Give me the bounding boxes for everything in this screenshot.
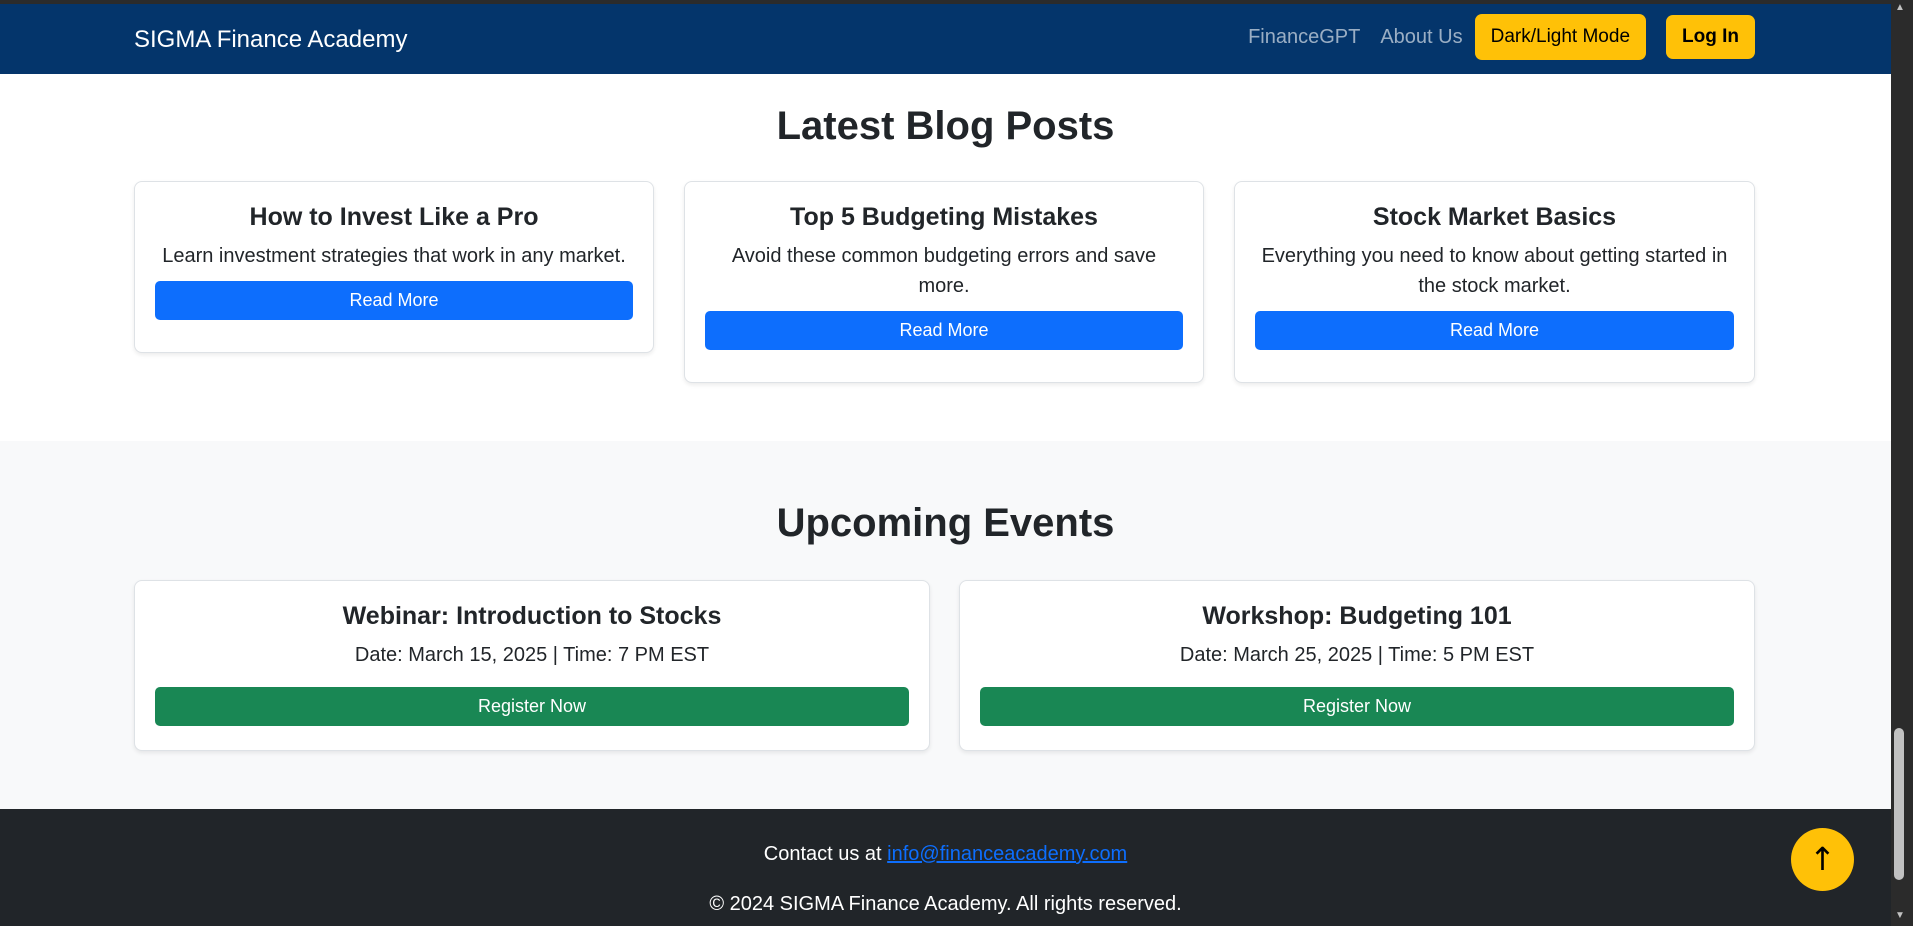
- event-card-title: Webinar: Introduction to Stocks: [342, 602, 722, 630]
- read-more-button[interactable]: Read More: [155, 281, 633, 320]
- read-more-button[interactable]: Read More: [1255, 311, 1734, 350]
- nav-link-financegpt[interactable]: FinanceGPT: [1248, 26, 1360, 49]
- arrow-up-icon: ↑: [1809, 840, 1836, 878]
- blog-card: Stock Market Basics Everything you need …: [1234, 181, 1755, 383]
- event-card-date: Date: March 25, 2025 | Time: 5 PM EST: [1179, 644, 1535, 666]
- blog-section-title: Latest Blog Posts: [776, 104, 1115, 148]
- register-now-button[interactable]: Register Now: [155, 687, 909, 726]
- scroll-to-top-button[interactable]: ↑: [1791, 828, 1854, 891]
- blog-card: Top 5 Budgeting Mistakes Avoid these com…: [684, 181, 1204, 383]
- blog-card-text: Learn investment strategies that work in…: [162, 245, 626, 267]
- events-section-title: Upcoming Events: [776, 501, 1115, 545]
- login-button[interactable]: Log In: [1666, 15, 1755, 59]
- blog-card-title: How to Invest Like a Pro: [249, 203, 539, 231]
- navbar: SIGMA Finance Academy FinanceGPT About U…: [0, 4, 1891, 74]
- footer-contact: Contact us at info@financeacademy.com: [0, 843, 1891, 866]
- blog-card-text: Avoid these common budgeting errors and …: [731, 245, 1157, 297]
- blog-card: How to Invest Like a Pro Learn investmen…: [134, 181, 654, 353]
- blog-section: Latest Blog Posts How to Invest Like a P…: [0, 74, 1891, 441]
- blog-card-text: Everything you need to know about gettin…: [1261, 245, 1728, 297]
- event-card: Workshop: Budgeting 101 Date: March 25, …: [959, 580, 1755, 751]
- scroll-down-arrow-icon[interactable]: ▼: [1894, 910, 1906, 922]
- brand-logo[interactable]: SIGMA Finance Academy: [134, 26, 407, 54]
- event-card-date: Date: March 15, 2025 | Time: 7 PM EST: [354, 644, 710, 666]
- events-section: Upcoming Events Webinar: Introduction to…: [0, 441, 1891, 809]
- nav-links: FinanceGPT About Us Dark/Light Mode Log …: [1248, 14, 1755, 60]
- blog-card-title: Top 5 Budgeting Mistakes: [790, 203, 1098, 231]
- event-card: Webinar: Introduction to Stocks Date: Ma…: [134, 580, 930, 751]
- window-frame: [0, 0, 1913, 4]
- register-now-button[interactable]: Register Now: [980, 687, 1734, 726]
- event-card-title: Workshop: Budgeting 101: [1202, 602, 1512, 630]
- footer-contact-label: Contact us at: [763, 843, 888, 865]
- scrollbar-thumb[interactable]: [1894, 728, 1904, 880]
- read-more-button[interactable]: Read More: [705, 311, 1183, 350]
- nav-link-about-us[interactable]: About Us: [1380, 26, 1462, 49]
- blog-card-title: Stock Market Basics: [1372, 203, 1617, 231]
- page: SIGMA Finance Academy FinanceGPT About U…: [0, 0, 1891, 926]
- footer-copyright: © 2024 SIGMA Finance Academy. All rights…: [709, 893, 1182, 915]
- footer: Contact us at info@financeacademy.com © …: [0, 809, 1891, 926]
- footer-email-link[interactable]: info@financeacademy.com: [887, 843, 1127, 865]
- dark-light-mode-button[interactable]: Dark/Light Mode: [1474, 14, 1647, 60]
